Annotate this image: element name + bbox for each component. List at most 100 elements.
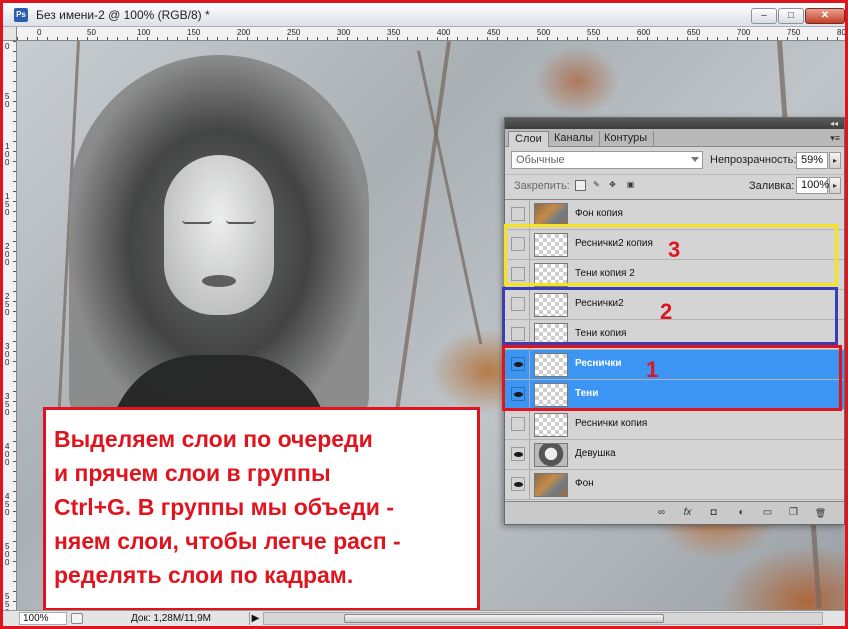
horizontal-ruler[interactable]: 0 50 100 150 200 250 300 350 400 450 500 550 600 650 7… (17, 27, 845, 41)
fill-input[interactable]: 100% (796, 177, 829, 194)
blend-mode-select[interactable]: Обычные (511, 151, 703, 169)
layer-row[interactable]: Фон (505, 470, 844, 500)
visibility-toggle[interactable] (511, 207, 525, 221)
zoom-field[interactable]: 100% (19, 612, 67, 625)
lock-transparency-icon[interactable] (575, 180, 586, 191)
ruler-tick-label: 50 (87, 28, 96, 37)
panel-drag-bar[interactable]: ◂◂ (505, 118, 844, 129)
ruler-tick-label: 1 0 0 (5, 142, 10, 167)
visibility-toggle[interactable] (511, 477, 525, 491)
layer-name[interactable]: Реснички копия (575, 418, 647, 429)
instruction-note: Выделяем слои по очереди и прячем слои в… (43, 407, 480, 611)
ruler-tick-label: 0 (5, 42, 10, 51)
eye (226, 220, 256, 224)
layer-name[interactable]: Девушка (575, 448, 616, 459)
ruler-tick-label: 100 (137, 28, 151, 37)
ruler-tick-label: 5 0 0 (5, 542, 10, 567)
visibility-toggle[interactable] (511, 267, 525, 281)
adjustment-icon[interactable]: ◐ (735, 507, 748, 519)
mask-icon[interactable]: ◘ (707, 507, 720, 519)
layer-thumbnail[interactable] (534, 353, 568, 377)
eye-icon (514, 452, 523, 457)
note-line: Выделяем слои по очереди (54, 426, 373, 452)
blend-mode-value: Обычные (516, 154, 565, 166)
opacity-label: Непрозрачность: (710, 154, 797, 166)
row-divider (529, 350, 530, 380)
ruler-tick-label: 2 5 0 (5, 292, 10, 317)
visibility-toggle[interactable] (511, 237, 525, 251)
layer-name[interactable]: Фон копия (575, 208, 623, 219)
row-divider (529, 320, 530, 350)
ruler-tick-label: 350 (387, 28, 401, 37)
status-preview-icon[interactable] (71, 613, 83, 624)
tab-paths[interactable]: Контуры (598, 131, 655, 147)
trash-icon[interactable]: 🗑 (814, 507, 827, 519)
layer-thumbnail[interactable] (534, 383, 568, 407)
fill-label: Заливка: (749, 180, 795, 192)
layer-row[interactable]: Реснички (505, 350, 844, 380)
ruler-tick-label: 550 (587, 28, 601, 37)
status-menu-arrow[interactable]: ▶ (249, 612, 261, 625)
tab-layers[interactable]: Слои (508, 131, 549, 147)
layer-row[interactable]: Тени копия 2 (505, 260, 844, 290)
scrollbar-thumb[interactable] (344, 614, 664, 623)
lock-pixels-icon[interactable]: ✎ (591, 180, 602, 191)
layer-thumbnail[interactable] (534, 293, 568, 317)
face (164, 155, 274, 315)
layer-row[interactable]: Тени копия (505, 320, 844, 350)
visibility-toggle[interactable] (511, 357, 525, 371)
panel-tabs: Слои Каналы Контуры ▾≡ (505, 129, 844, 147)
lock-position-icon[interactable]: ✥ (607, 180, 618, 191)
minimize-button[interactable]: – (751, 8, 777, 24)
lips (202, 275, 236, 287)
eye-icon (514, 392, 523, 397)
lock-all-icon[interactable]: ▣ (625, 180, 636, 191)
new-layer-icon[interactable]: ❐ (787, 507, 800, 519)
ruler-tick-label: 4 0 0 (5, 442, 10, 467)
note-line: Ctrl+G. В группы мы объеди - (54, 494, 394, 520)
note-line: няем слои, чтобы легче расп - (54, 528, 401, 554)
layer-thumbnail[interactable] (534, 203, 568, 227)
visibility-toggle[interactable] (511, 417, 525, 431)
layer-name[interactable]: Реснички (575, 358, 622, 369)
horizontal-scrollbar[interactable] (263, 612, 823, 625)
opacity-slider-arrow[interactable]: ▸ (829, 152, 841, 169)
visibility-toggle[interactable] (511, 387, 525, 401)
layer-name[interactable]: Тени (575, 388, 598, 399)
layer-name[interactable]: Тени копия (575, 328, 626, 339)
layer-thumbnail[interactable] (534, 473, 568, 497)
fill-slider-arrow[interactable]: ▸ (829, 177, 841, 194)
layer-row[interactable]: Фон копия (505, 200, 844, 230)
layer-thumbnail[interactable] (534, 233, 568, 257)
visibility-toggle[interactable] (511, 297, 525, 311)
layer-thumbnail[interactable] (534, 263, 568, 287)
close-button[interactable]: ✕ (805, 8, 845, 24)
layer-name[interactable]: Реснички2 копия (575, 238, 653, 249)
layer-row[interactable]: Реснички копия (505, 410, 844, 440)
panel-menu-icon[interactable]: ▾≡ (830, 133, 840, 144)
opacity-input[interactable]: 59% (796, 152, 828, 169)
ruler-tick-label: 700 (737, 28, 751, 37)
layer-thumbnail[interactable] (534, 443, 568, 467)
ruler-origin[interactable] (3, 27, 17, 41)
visibility-toggle[interactable] (511, 447, 525, 461)
maximize-button[interactable]: □ (778, 8, 804, 24)
layer-row[interactable]: Реснички2 (505, 290, 844, 320)
ruler-tick-label: 2 0 0 (5, 242, 10, 267)
layer-row[interactable]: Девушка (505, 440, 844, 470)
collapse-icon[interactable]: ◂◂ (830, 119, 838, 128)
group-folder-icon[interactable]: ▭ (761, 507, 774, 519)
link-icon[interactable]: ∞ (655, 507, 668, 519)
layer-thumbnail[interactable] (534, 323, 568, 347)
visibility-toggle[interactable] (511, 327, 525, 341)
fx-icon[interactable]: fx (681, 507, 694, 519)
layer-thumbnail[interactable] (534, 413, 568, 437)
layer-row[interactable]: Тени (505, 380, 844, 410)
ruler-tick-label: 750 (787, 28, 801, 37)
tab-channels[interactable]: Каналы (548, 131, 601, 147)
document-title-bar[interactable]: Ps Без имени-2 @ 100% (RGB/8) * – □ ✕ (3, 3, 845, 27)
layer-name[interactable]: Фон (575, 478, 594, 489)
layer-name[interactable]: Реснички2 (575, 298, 624, 309)
vertical-ruler[interactable]: 0 5 0 1 0 0 1 5 0 2 0 0 2 5 0 3 0 0 3 5 0 4 0 0 4… (3, 41, 17, 617)
layer-name[interactable]: Тени копия 2 (575, 268, 635, 279)
